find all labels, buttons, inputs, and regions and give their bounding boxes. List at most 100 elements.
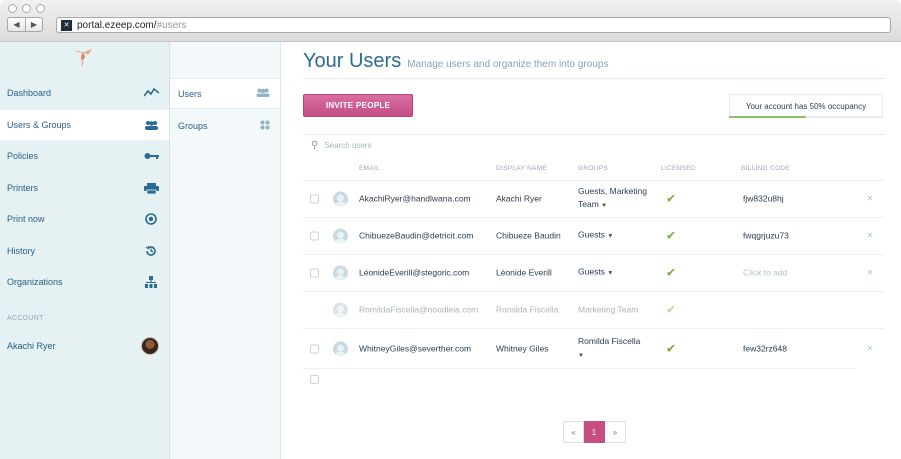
licensed-check-icon: ✔ — [666, 191, 677, 206]
users-groups-subnav: Users Groups — [170, 42, 281, 459]
licensed-check-icon: ✔ — [666, 341, 677, 355]
column-header-display-name[interactable]: DISPLAY NAME — [496, 165, 547, 172]
sidebar-item-printers[interactable]: Printers — [0, 173, 169, 203]
column-header-email[interactable]: EMAIL — [359, 165, 380, 172]
delete-user-icon[interactable]: × — [867, 267, 873, 280]
user-groups-dropdown[interactable]: Guests ▼ — [578, 229, 613, 244]
table-row[interactable]: LéonideEverill@stegoric.com Léonide Ever… — [303, 254, 885, 291]
forward-button[interactable]: ▶ — [25, 17, 43, 32]
subnav-item-users[interactable]: Users — [170, 78, 280, 109]
table-header: EMAIL DISPLAY NAME GROUPS LICENSED BILLI… — [303, 156, 885, 180]
table-row-pending[interactable]: RomildaFiscella@noodleia.com Romilda Fis… — [303, 291, 885, 328]
users-icon — [256, 88, 270, 99]
sidebar-item-policies[interactable]: Policies — [0, 141, 169, 171]
user-groups-dropdown[interactable]: Guests ▼ — [578, 266, 613, 281]
sidebar-item-account[interactable]: Akachi Ryer — [0, 331, 169, 361]
row-checkbox[interactable] — [310, 268, 319, 278]
back-button[interactable]: ◀ — [7, 17, 25, 32]
column-header-billing-code[interactable]: BILLING CODE — [741, 165, 790, 172]
column-header-licensed[interactable]: LICENSED — [661, 165, 696, 172]
pagination-next-button[interactable]: » — [605, 421, 626, 443]
key-icon — [143, 149, 159, 163]
sidebar-item-print-now[interactable]: Print now — [0, 204, 169, 234]
minimize-window-button[interactable] — [22, 4, 31, 13]
caret-down-icon: ▼ — [578, 352, 584, 359]
zoom-window-button[interactable] — [36, 4, 45, 13]
table-row[interactable]: ChibuezeBaudin@detricit.com Chibueze Bau… — [303, 217, 885, 254]
row-checkbox[interactable] — [310, 344, 319, 353]
invite-people-button[interactable]: INVITE PEOPLE — [303, 94, 413, 117]
user-display-name: Chibueze Baudin — [496, 230, 561, 241]
table-row[interactable]: AkachiRyer@handlwana.com Akachi Ryer Gue… — [303, 180, 885, 217]
user-email: WhitneyGiles@severther.com — [359, 343, 472, 353]
user-avatar-placeholder — [333, 341, 348, 356]
user-groups: Guests — [578, 229, 605, 240]
sidebar-item-label: Dashboard — [7, 88, 52, 98]
caret-down-icon: ▼ — [607, 270, 614, 277]
billing-code-placeholder[interactable]: Click to add — [743, 267, 787, 280]
user-groups-dropdown[interactable]: Guests, Marketing Team ▼ — [578, 185, 647, 213]
pagination-page-button[interactable]: 1 — [584, 421, 605, 443]
licensed-check-icon: ✔ — [666, 302, 677, 317]
groups-icon — [260, 120, 270, 132]
sidebar-item-label: Print now — [7, 214, 45, 224]
user-groups: Guests — [578, 266, 605, 277]
user-avatar-placeholder — [333, 228, 348, 244]
table-bottom-divider — [303, 368, 855, 369]
user-avatar-placeholder — [333, 191, 348, 207]
printer-icon — [143, 181, 159, 195]
ezeep-hummingbird-logo — [75, 49, 92, 68]
row-checkbox[interactable] — [310, 231, 319, 241]
sidebar-item-label: Users & Groups — [7, 120, 72, 130]
header-divider — [303, 78, 885, 79]
delete-user-icon[interactable]: × — [867, 342, 873, 355]
billing-code[interactable]: fjw832u8hj — [743, 193, 784, 206]
occupancy-bar — [729, 116, 883, 118]
sidebar-item-history[interactable]: History — [0, 236, 169, 266]
users-icon — [143, 118, 159, 132]
subnav-item-label: Groups — [178, 120, 208, 131]
url-text: portal.ezeep.com/#users — [77, 20, 187, 31]
site-favicon-icon: ✕ — [61, 19, 72, 31]
licensed-check-icon: ✔ — [666, 228, 677, 243]
subnav-item-label: Users — [178, 88, 202, 99]
delete-user-icon[interactable]: × — [867, 230, 873, 243]
user-groups: Romilda Fiscella — [578, 335, 641, 346]
organization-icon — [143, 275, 159, 289]
select-all-checkbox[interactable] — [310, 375, 319, 384]
row-checkbox[interactable] — [310, 194, 319, 204]
search-users-field[interactable]: ⚲ Search users — [303, 134, 885, 156]
table-row[interactable]: WhitneyGiles@severther.com Whitney Giles… — [303, 328, 885, 368]
url-host: portal.ezeep.com/ — [77, 19, 157, 31]
sidebar-item-users-groups[interactable]: Users & Groups — [0, 110, 169, 140]
caret-down-icon: ▼ — [607, 233, 614, 240]
page-title: Your Users — [303, 50, 402, 72]
licensed-check-icon: ✔ — [666, 265, 677, 280]
user-groups-dropdown[interactable]: Romilda Fiscella ▼ — [578, 335, 640, 363]
search-icon: ⚲ — [311, 140, 319, 151]
address-bar[interactable]: ✕ portal.ezeep.com/#users — [56, 17, 891, 33]
user-email: LéonideEverill@stegoric.com — [359, 267, 470, 278]
pulse-icon — [143, 86, 159, 100]
users-table: EMAIL DISPLAY NAME GROUPS LICENSED BILLI… — [303, 156, 885, 368]
history-buttons: ◀ ▶ — [7, 17, 43, 32]
user-groups: Marketing Team — [578, 304, 639, 315]
user-email: ChibuezeBaudin@detricit.com — [359, 230, 474, 241]
user-groups-cont: Team — [578, 199, 599, 209]
pagination-prev-button[interactable]: « — [563, 421, 584, 443]
sidebar-item-organizations[interactable]: Organizations — [0, 267, 169, 297]
column-header-groups[interactable]: GROUPS — [578, 165, 608, 172]
page-subtitle: Manage users and organize them into grou… — [407, 59, 609, 70]
close-window-button[interactable] — [8, 4, 17, 13]
subnav-item-groups[interactable]: Groups — [170, 110, 280, 141]
sidebar-item-dashboard[interactable]: Dashboard — [0, 78, 169, 108]
user-display-name: Akachi Ryer — [496, 193, 542, 204]
page-header: Your Users Manage users and organize the… — [303, 50, 608, 73]
user-display-name: Léonide Everill — [496, 267, 552, 278]
delete-user-icon[interactable]: × — [867, 193, 873, 206]
billing-code[interactable]: few32rz648 — [743, 342, 787, 355]
user-display-name: Whitney Giles — [496, 343, 549, 353]
user-display-name: Romilda Fiscella — [496, 304, 559, 315]
target-icon — [143, 212, 159, 226]
billing-code[interactable]: fwqgrjuzu73 — [743, 230, 789, 243]
